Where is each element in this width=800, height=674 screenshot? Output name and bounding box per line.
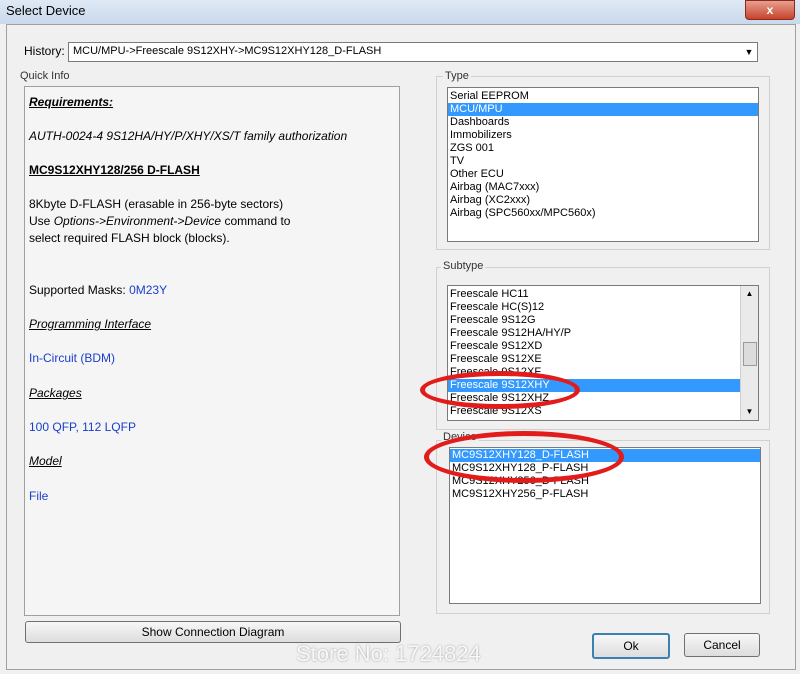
packages-value: 100 QFP, 112 LQFP	[29, 420, 136, 434]
desc-line-2-pre: Use	[29, 214, 54, 228]
type-list-item[interactable]: TV	[448, 155, 758, 168]
programming-interface-value: In-Circuit (BDM)	[29, 351, 115, 365]
supported-masks: Supported Masks: 0M23Y	[29, 283, 167, 297]
subtype-list-item[interactable]: Freescale 9S12HA/HY/P	[448, 327, 740, 340]
masks-label: Supported Masks:	[29, 283, 130, 297]
type-list-item[interactable]: Airbag (SPC560xx/MPC560x)	[448, 207, 758, 220]
subtype-list-item[interactable]: Freescale 9S12G	[448, 314, 740, 327]
desc-line-2: Use Options->Environment->Device command…	[29, 214, 290, 228]
menu-path-text: Options->Environment->Device	[53, 214, 222, 228]
subtype-list-item[interactable]: Freescale 9S12XD	[448, 340, 740, 353]
history-dropdown[interactable]: MCU/MPU->Freescale 9S12XHY->MC9S12XHY128…	[68, 42, 758, 62]
title-bar: Select Device	[0, 0, 800, 24]
device-heading: MC9S12XHY128/256 D-FLASH	[29, 163, 200, 177]
type-list-item[interactable]: Airbag (MAC7xxx)	[448, 181, 758, 194]
desc-line-3: select required FLASH block (blocks).	[29, 231, 230, 245]
packages-heading: Packages	[29, 386, 82, 400]
model-heading: Model	[29, 454, 62, 468]
annotation-ellipse-device	[424, 431, 624, 483]
type-list-item[interactable]: Immobilizers	[448, 129, 758, 142]
desc-line-2-post: command to	[221, 214, 291, 228]
requirements-heading: Requirements:	[29, 95, 114, 109]
type-list-item[interactable]: Dashboards	[448, 116, 758, 129]
subtype-list-item[interactable]: Freescale HC11	[448, 288, 740, 301]
show-connection-diagram-button[interactable]: Show Connection Diagram	[25, 621, 401, 643]
window-title: Select Device	[6, 3, 86, 18]
scroll-thumb[interactable]	[743, 342, 757, 366]
device-list-item[interactable]: MC9S12XHY256_P-FLASH	[450, 488, 760, 501]
cancel-button[interactable]: Cancel	[684, 633, 760, 657]
type-label: Type	[443, 70, 471, 82]
type-list-item[interactable]: Other ECU	[448, 168, 758, 181]
history-value: MCU/MPU->Freescale 9S12XHY->MC9S12XHY128…	[73, 45, 382, 57]
auth-text: AUTH-0024-4 9S12HA/HY/P/XHY/XS/T family …	[29, 129, 348, 143]
close-button[interactable]: x	[745, 0, 795, 20]
type-list-item[interactable]: MCU/MPU	[448, 103, 758, 116]
subtype-scrollbar[interactable]: ▲ ▼	[740, 286, 758, 420]
close-icon: x	[766, 3, 774, 17]
ok-button[interactable]: Ok	[592, 633, 670, 659]
programming-interface-heading: Programming Interface	[29, 317, 152, 331]
model-value: File	[29, 489, 49, 503]
type-list-item[interactable]: ZGS 001	[448, 142, 758, 155]
type-list-item[interactable]: Serial EEPROM	[448, 90, 758, 103]
store-watermark: Store No: 1724824	[296, 641, 481, 666]
type-listbox[interactable]: Airbag (SPC560xx/MPC560x) Airbag (XC2xxx)…	[447, 87, 759, 242]
masks-value: 0M23Y	[129, 283, 168, 297]
quick-info-panel: Requirements: AUTH-0024-4 9S12HA/HY/P/XH…	[24, 86, 400, 616]
annotation-ellipse-subtype	[420, 371, 580, 409]
subtype-list-item[interactable]: Freescale HC(S)12	[448, 301, 740, 314]
subtype-list-item[interactable]: Freescale 9S12XE	[448, 353, 740, 366]
subtype-label: Subtype	[441, 260, 486, 272]
type-list-item[interactable]: Airbag (XC2xxx)	[448, 194, 758, 207]
scroll-down-icon[interactable]: ▼	[741, 404, 758, 420]
chevron-down-icon[interactable]: ▼	[741, 43, 757, 61]
history-label: History:	[24, 44, 65, 58]
scroll-up-icon[interactable]: ▲	[741, 286, 758, 302]
quick-info-label: Quick Info	[20, 70, 70, 82]
desc-line-1: 8Kbyte D-FLASH (erasable in 256-byte sec…	[29, 197, 284, 211]
